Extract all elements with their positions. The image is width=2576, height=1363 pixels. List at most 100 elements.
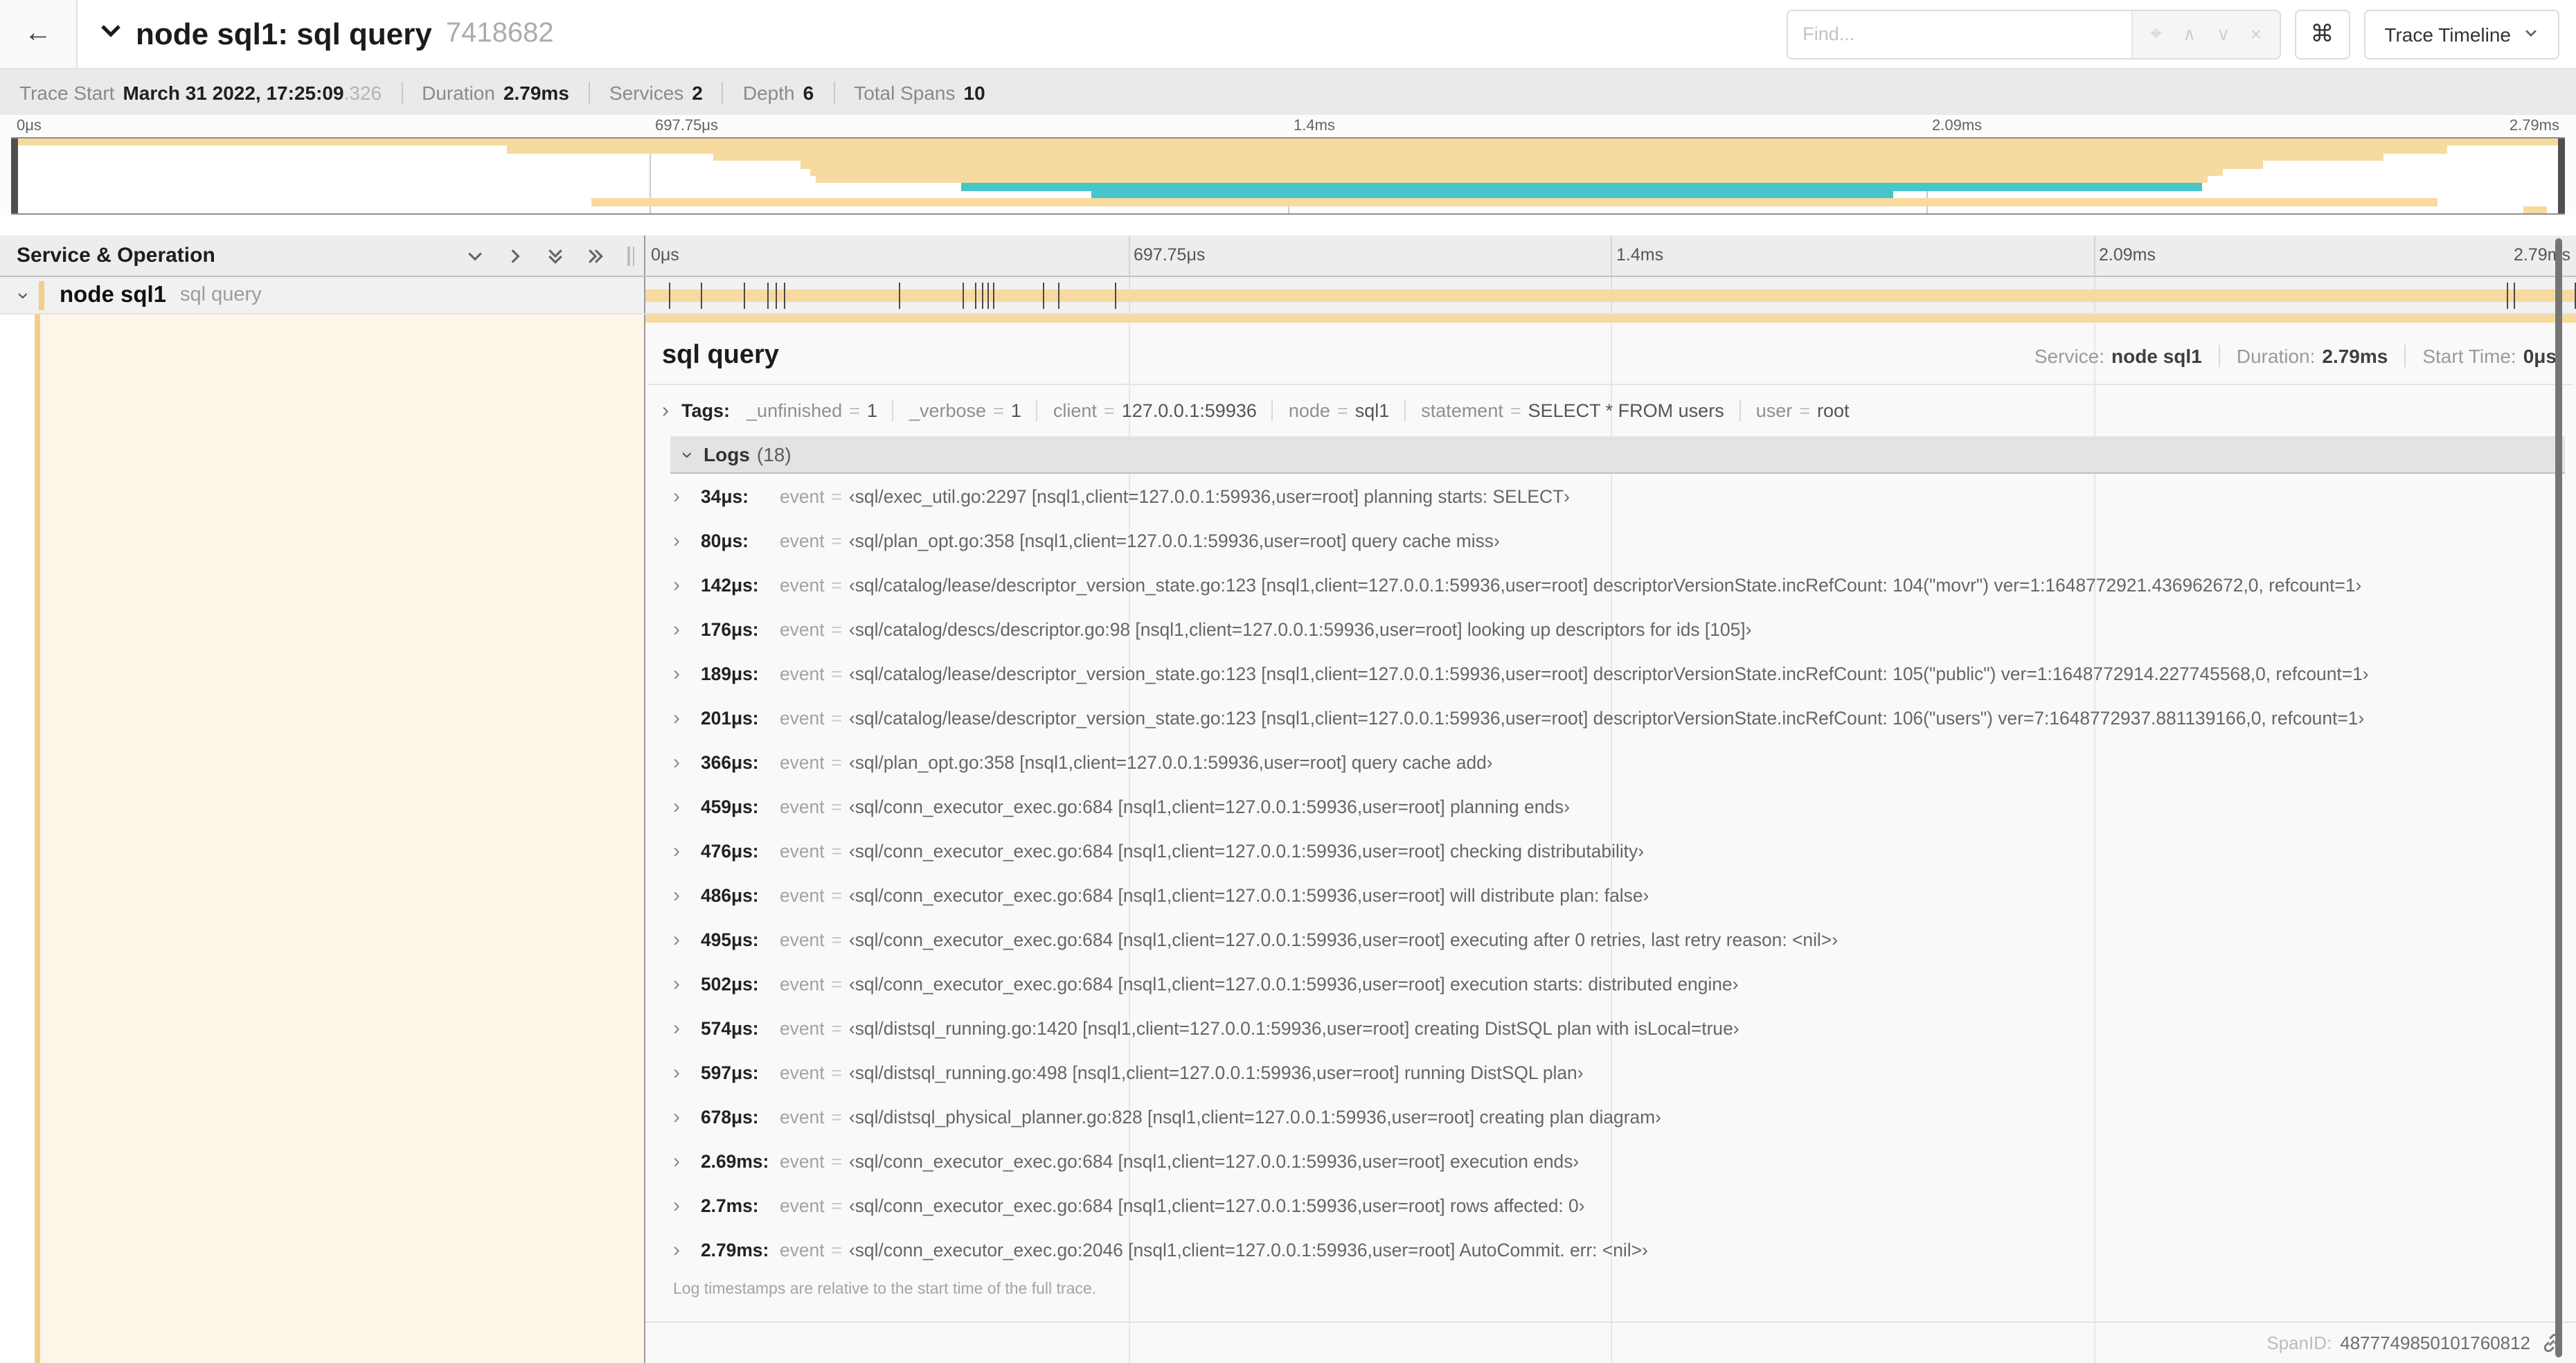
expand-all-icon[interactable] xyxy=(586,246,605,265)
log-row[interactable]: › 574μs: event = ‹sql/distsql_running.go:142… xyxy=(670,1006,2565,1050)
collapse-all-icon[interactable] xyxy=(546,246,565,265)
log-value: ‹sql/catalog/descs/descriptor.go:98 [nsq… xyxy=(848,618,1752,639)
minimap-tick-label: 2.79ms xyxy=(2509,118,2559,134)
log-timestamp: 176μs: xyxy=(701,618,759,639)
log-row[interactable]: › 2.79ms: event = ‹sql/conn_executor_exec.go… xyxy=(670,1227,2565,1272)
log-field-name: event xyxy=(780,663,825,684)
collapse-trace-chevron-icon[interactable] xyxy=(100,19,122,48)
minimap-left-handle[interactable] xyxy=(11,139,18,213)
log-expand-chevron-icon[interactable]: › xyxy=(673,707,691,728)
log-row[interactable]: › 495μs: event = ‹sql/conn_executor_exec.go:… xyxy=(670,917,2565,961)
tag-value: SELECT * FROM users xyxy=(1528,400,1724,421)
span-tint-column xyxy=(40,314,644,1363)
span-detail-header: sql query Service: node sql1 Duration: 2.7… xyxy=(645,323,2576,384)
span-operation-name: sql query xyxy=(180,284,262,306)
log-row[interactable]: › 176μs: event = ‹sql/catalog/descs/descript… xyxy=(670,607,2565,651)
logs-note: Log timestamps are relative to the start… xyxy=(673,1281,1097,1298)
log-timestamp: 495μs: xyxy=(701,929,759,950)
log-row[interactable]: › 2.69ms: event = ‹sql/conn_executor_exec.go… xyxy=(670,1139,2565,1183)
span-bar-cell[interactable] xyxy=(645,277,2576,313)
service-operation-title: Service & Operation xyxy=(17,244,215,267)
span-collapse-chevron-icon[interactable]: › xyxy=(12,284,35,306)
minimap-span-bar xyxy=(713,153,2384,161)
log-row[interactable]: › 486μs: event = ‹sql/conn_executor_exec.go:… xyxy=(670,873,2565,917)
log-expand-chevron-icon[interactable]: › xyxy=(673,618,691,639)
log-row[interactable]: › 597μs: event = ‹sql/distsql_running.go:498… xyxy=(670,1050,2565,1094)
log-marker-tick xyxy=(1058,283,1060,309)
find-clear-icon[interactable]: × xyxy=(2251,25,2261,43)
find-prev-icon[interactable]: ∧ xyxy=(2183,25,2196,43)
log-expand-chevron-icon[interactable]: › xyxy=(673,884,691,905)
back-button[interactable]: ← xyxy=(0,0,78,68)
log-value: ‹sql/distsql_physical_planner.go:828 [ns… xyxy=(848,1106,1661,1127)
log-expand-chevron-icon[interactable]: › xyxy=(673,751,691,772)
tag-separator xyxy=(1271,400,1273,421)
log-expand-chevron-icon[interactable]: › xyxy=(673,1017,691,1038)
log-expand-chevron-icon[interactable]: › xyxy=(673,1195,691,1215)
total-spans-value: 10 xyxy=(963,81,985,103)
duration-value: 2.79ms xyxy=(503,81,569,103)
log-expand-chevron-icon[interactable]: › xyxy=(673,973,691,994)
tag-key: _verbose xyxy=(909,400,987,421)
log-equals: = xyxy=(831,1017,842,1038)
logs-collapse-chevron-icon[interactable]: › xyxy=(676,451,699,458)
log-expand-chevron-icon[interactable]: › xyxy=(673,485,691,506)
log-expand-chevron-icon[interactable]: › xyxy=(673,796,691,817)
log-marker-tick xyxy=(1114,283,1116,309)
log-row[interactable]: › 502μs: event = ‹sql/conn_executor_exec.go:… xyxy=(670,961,2565,1006)
log-marker-tick xyxy=(2507,283,2509,309)
trace-view-selector[interactable]: Trace Timeline xyxy=(2363,9,2559,59)
log-value: ‹sql/conn_executor_exec.go:684 [nsql1,cl… xyxy=(848,796,1571,817)
tags-row[interactable]: › Tags: _unfinished = 1 _verbose = 1 client = 12… xyxy=(645,385,2576,434)
log-row[interactable]: › 459μs: event = ‹sql/conn_executor_exec.go:… xyxy=(670,784,2565,828)
log-field-name: event xyxy=(780,485,825,506)
services-label: Services xyxy=(609,81,684,103)
log-value: ‹sql/conn_executor_exec.go:684 [nsql1,cl… xyxy=(848,884,1649,905)
collapse-one-icon[interactable] xyxy=(465,246,485,265)
log-value: ‹sql/conn_executor_exec.go:2046 [nsql1,c… xyxy=(848,1239,1648,1260)
log-marker-tick xyxy=(1042,283,1044,309)
vertical-scrollbar[interactable] xyxy=(2555,238,2562,1357)
minimap-right-handle[interactable] xyxy=(2558,139,2565,213)
span-detail-row: sql query Service: node sql1 Duration: 2.7… xyxy=(0,314,2576,1363)
log-expand-chevron-icon[interactable]: › xyxy=(673,574,691,595)
log-field-name: event xyxy=(780,796,825,817)
log-field-name: event xyxy=(780,707,825,728)
log-equals: = xyxy=(831,1062,842,1083)
keyboard-shortcuts-button[interactable]: ⌘ xyxy=(2294,9,2350,59)
log-expand-chevron-icon[interactable]: › xyxy=(673,1062,691,1083)
log-row[interactable]: › 142μs: event = ‹sql/catalog/lease/descript… xyxy=(670,562,2565,607)
span-duration-bar[interactable] xyxy=(645,289,2576,302)
log-expand-chevron-icon[interactable]: › xyxy=(673,530,691,551)
log-timestamp: 459μs: xyxy=(701,796,759,817)
log-row[interactable]: › 678μs: event = ‹sql/distsql_physical_plann… xyxy=(670,1094,2565,1139)
tag-separator xyxy=(1739,400,1741,421)
span-id-label: SpanID: xyxy=(2266,1333,2332,1353)
log-row[interactable]: › 189μs: event = ‹sql/catalog/lease/descript… xyxy=(670,651,2565,695)
start-time-value: 0μs xyxy=(2523,345,2557,367)
log-expand-chevron-icon[interactable]: › xyxy=(673,1239,691,1260)
find-input[interactable] xyxy=(1787,10,2131,57)
log-row[interactable]: › 366μs: event = ‹sql/plan_opt.go:358 [nsql1… xyxy=(670,740,2565,784)
log-expand-chevron-icon[interactable]: › xyxy=(673,840,691,861)
log-expand-chevron-icon[interactable]: › xyxy=(673,929,691,950)
log-row[interactable]: › 80μs: event = ‹sql/plan_opt.go:358 [nsql1,… xyxy=(670,518,2565,562)
log-row[interactable]: › 34μs: event = ‹sql/exec_util.go:2297 [nsql… xyxy=(670,474,2565,518)
expand-one-icon[interactable] xyxy=(506,246,525,265)
tag-separator xyxy=(1036,400,1038,421)
span-row[interactable]: › node sql1 sql query xyxy=(0,277,2576,314)
find-next-icon[interactable]: ∨ xyxy=(2217,25,2230,43)
column-resize-handle[interactable] xyxy=(627,246,637,265)
tags-expand-chevron-icon[interactable]: › xyxy=(662,400,669,421)
log-row[interactable]: › 2.7ms: event = ‹sql/conn_executor_exec.go:… xyxy=(670,1183,2565,1227)
log-field-name: event xyxy=(780,530,825,551)
minimap-canvas[interactable] xyxy=(11,137,2565,215)
log-expand-chevron-icon[interactable]: › xyxy=(673,1150,691,1171)
axis-tick-label: 0μs xyxy=(651,245,679,265)
log-row[interactable]: › 201μs: event = ‹sql/catalog/lease/descript… xyxy=(670,695,2565,740)
log-expand-chevron-icon[interactable]: › xyxy=(673,663,691,684)
logs-header[interactable]: › Logs (18) xyxy=(670,436,2565,474)
log-row[interactable]: › 476μs: event = ‹sql/conn_executor_exec.go:… xyxy=(670,828,2565,873)
log-expand-chevron-icon[interactable]: › xyxy=(673,1106,691,1127)
focus-target-icon[interactable]: ⌖ xyxy=(2150,24,2162,44)
